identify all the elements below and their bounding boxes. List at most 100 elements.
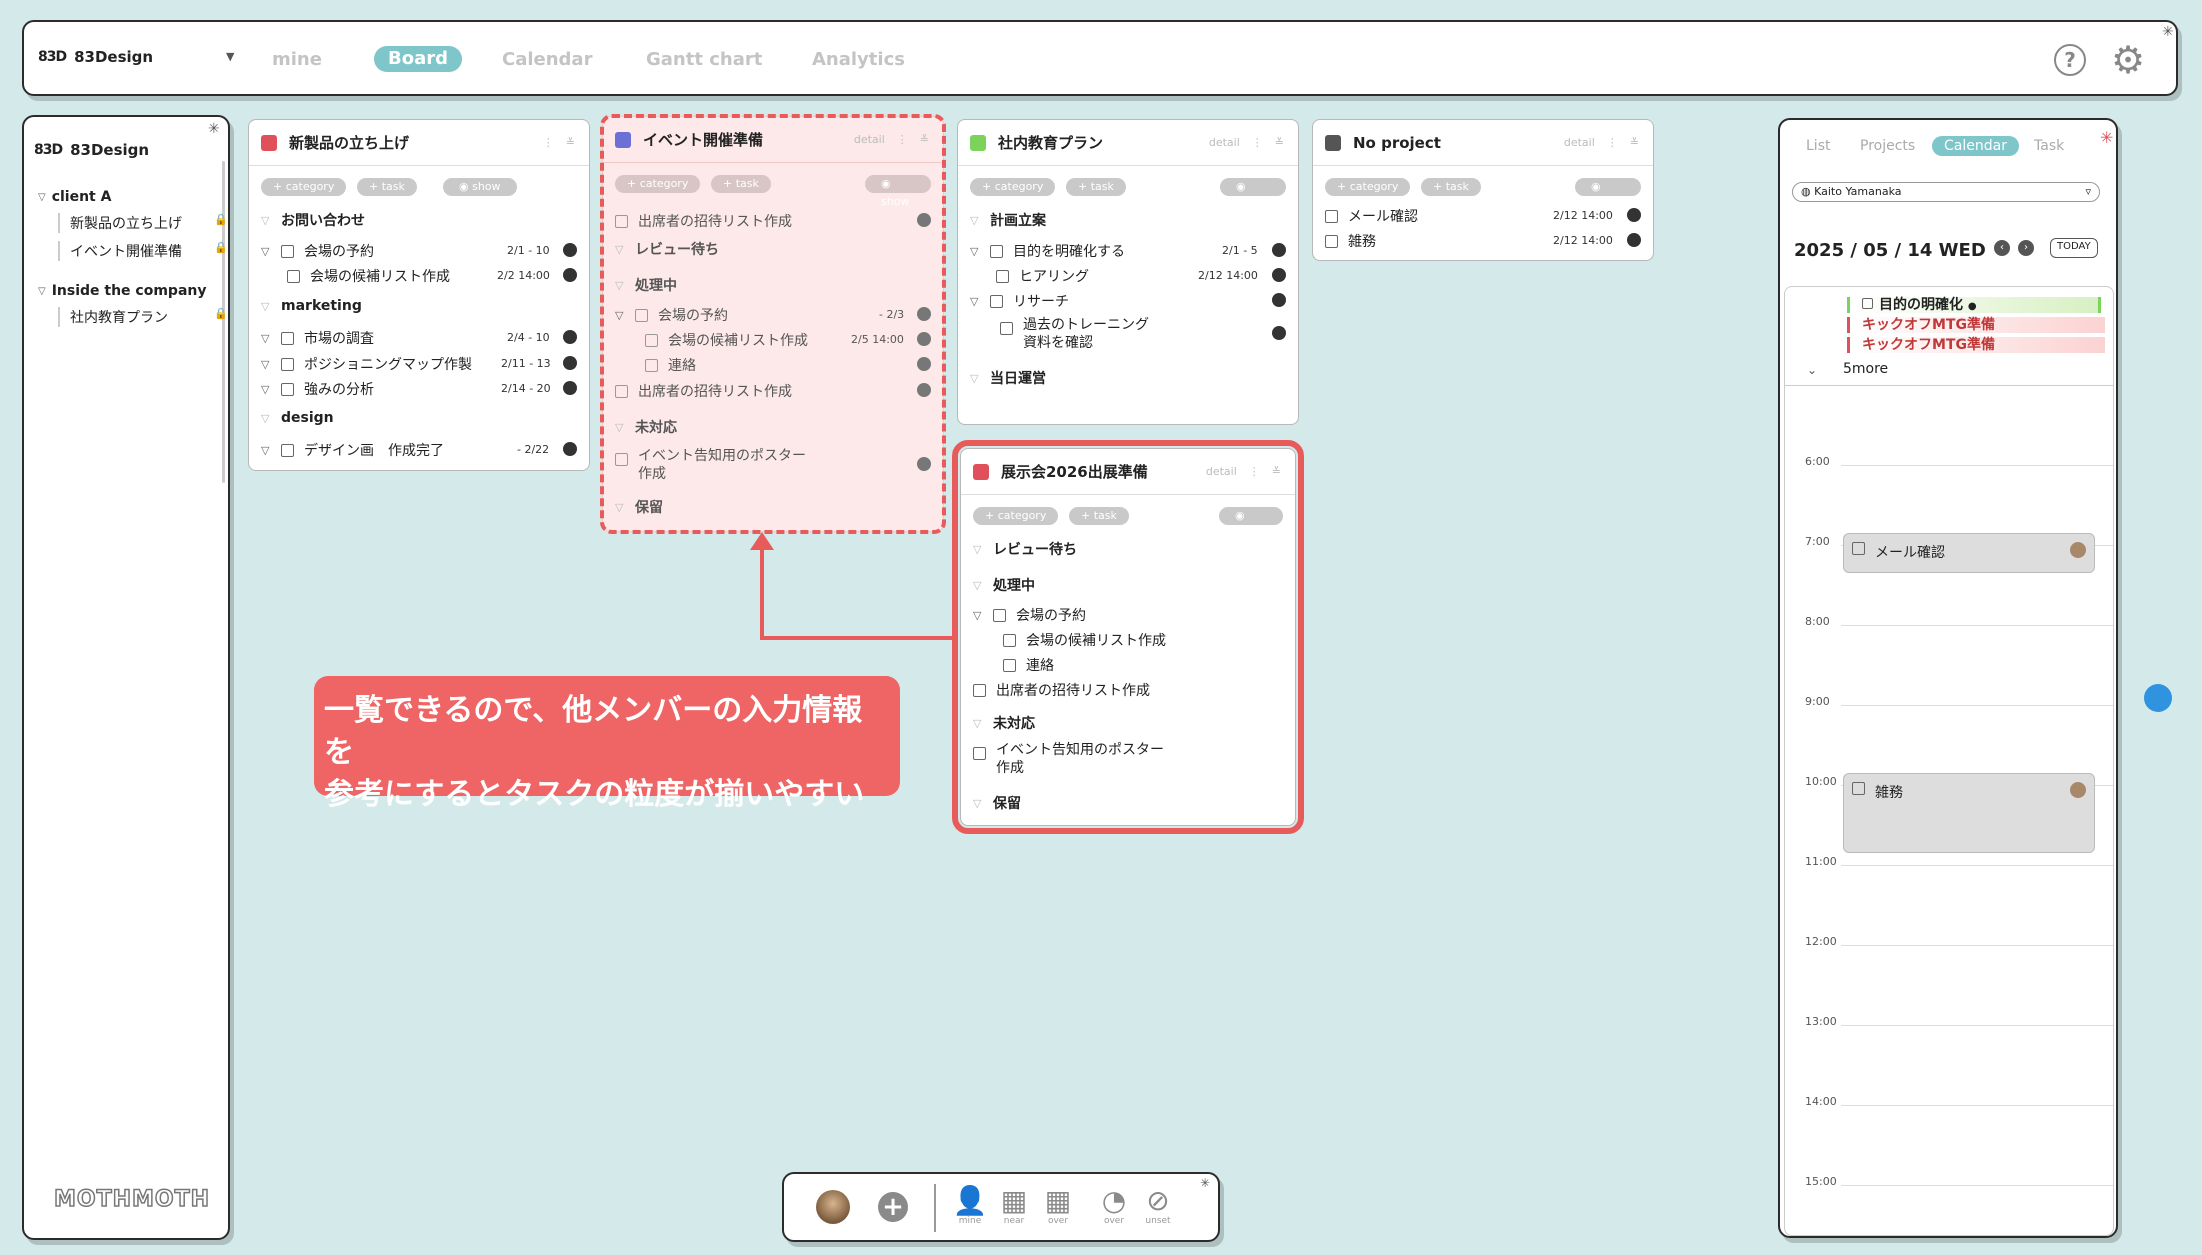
task-row[interactable]: ヒアリング: [996, 266, 1089, 286]
tab-projects[interactable]: Projects: [1860, 138, 1915, 154]
task-row[interactable]: メール確認: [1325, 206, 1418, 226]
task-row[interactable]: ▽ デザイン画 作成完了: [261, 440, 444, 460]
hour-row[interactable]: 12:00: [1785, 865, 2113, 948]
expand-icon[interactable]: ⌄: [1807, 363, 1817, 377]
detail-link[interactable]: detail: [1564, 136, 1595, 149]
event-checkbox[interactable]: [1862, 298, 1873, 309]
task-checkbox[interactable]: [990, 294, 1003, 308]
tab-gantt-chart[interactable]: Gantt chart: [646, 49, 762, 70]
collapse-icon[interactable]: ≚: [1630, 136, 1639, 149]
add-icon[interactable]: +: [878, 1192, 908, 1222]
section-header[interactable]: ▽ design: [261, 410, 334, 426]
task-checkbox[interactable]: [1325, 209, 1338, 223]
sidebar-group-client-a[interactable]: ▽ client A: [38, 189, 111, 205]
task-label: 会場の予約: [304, 244, 374, 260]
hour-row[interactable]: 15:00: [1785, 1105, 2113, 1188]
sidebar-item-event-prep[interactable]: イベント開催準備 🔒: [58, 241, 228, 261]
user-avatar[interactable]: [816, 1190, 850, 1224]
add-category-button[interactable]: + category: [261, 178, 347, 196]
tab-analytics[interactable]: Analytics: [812, 49, 905, 70]
event-checkbox[interactable]: [1852, 782, 1865, 795]
hour-row[interactable]: 14:00: [1785, 1025, 2113, 1108]
section-header[interactable]: ▽ 計画立案: [970, 210, 1046, 230]
event-checkbox[interactable]: [1852, 542, 1865, 555]
show-button[interactable]: ◉ show: [1220, 178, 1286, 211]
add-category-button[interactable]: + category: [970, 178, 1056, 196]
task-checkbox[interactable]: [990, 244, 1003, 258]
add-task-button[interactable]: + task: [1066, 178, 1126, 196]
tab-board[interactable]: Board: [374, 46, 462, 72]
section-header[interactable]: ▽ marketing: [261, 298, 362, 314]
allday-event[interactable]: キックオフMTG準備: [1847, 337, 2105, 353]
tab-mine[interactable]: mine: [272, 49, 322, 70]
task-checkbox[interactable]: [1325, 234, 1338, 248]
sidebar-group-label: client A: [51, 189, 112, 205]
task-row[interactable]: ▽ 目的を明確化する: [970, 241, 1125, 261]
sidebar-group-inside-company[interactable]: ▽ Inside the company: [38, 283, 207, 299]
filter-near-button[interactable]: ▦ near: [996, 1184, 1032, 1227]
task-checkbox[interactable]: [281, 357, 294, 371]
collapse-icon[interactable]: ≚: [566, 136, 575, 149]
logo-mark: 83D: [38, 49, 67, 65]
allday-event[interactable]: キックオフMTG準備: [1847, 317, 2105, 333]
gear-icon[interactable]: ⚙: [2108, 38, 2148, 82]
more-events-link[interactable]: 5more: [1843, 361, 1888, 377]
filter-unset-button[interactable]: ⊘ unset: [1140, 1186, 1176, 1227]
show-button[interactable]: ◉ show: [443, 178, 517, 196]
tab-calendar[interactable]: Calendar: [502, 49, 592, 70]
calendar-near-icon: ▦: [1000, 1184, 1028, 1217]
project-color-swatch: [261, 134, 277, 151]
hour-row[interactable]: 13:00: [1785, 945, 2113, 1028]
calendar-event[interactable]: 雑務: [1843, 773, 2095, 853]
more-icon[interactable]: ⋮: [1252, 136, 1263, 149]
task-checkbox[interactable]: [281, 443, 294, 457]
allday-event[interactable]: 目的の明確化 ●: [1847, 297, 2101, 313]
filter-mine-button[interactable]: 👤 mine: [952, 1186, 988, 1227]
collapse-icon[interactable]: ≚: [1275, 136, 1284, 149]
today-button[interactable]: TODAY: [2050, 238, 2098, 258]
section-header[interactable]: ▽ 当日運営: [970, 368, 1046, 388]
more-icon[interactable]: ⋮: [543, 136, 554, 149]
hour-row[interactable]: 6:00: [1785, 385, 2113, 468]
next-day-icon[interactable]: ›: [2018, 240, 2034, 256]
task-row[interactable]: ▽ 強みの分析: [261, 379, 374, 399]
tab-task[interactable]: Task: [2034, 138, 2064, 154]
task-row[interactable]: 過去のトレーニング 資料を確認: [1000, 316, 1149, 352]
task-row[interactable]: ▽ ポジショニングマップ作製: [261, 354, 472, 374]
task-row[interactable]: ▽ 会場の予約: [261, 241, 374, 261]
workspace-selector[interactable]: 83D 83Design: [38, 48, 153, 66]
add-category-button[interactable]: + category: [1325, 178, 1411, 196]
help-icon[interactable]: ?: [2054, 44, 2086, 76]
task-row[interactable]: 雑務: [1325, 231, 1376, 251]
task-checkbox[interactable]: [287, 269, 300, 283]
calendar-event[interactable]: メール確認: [1843, 533, 2095, 573]
hour-row[interactable]: 9:00: [1785, 625, 2113, 708]
add-task-button[interactable]: + task: [1421, 178, 1481, 196]
task-checkbox[interactable]: [281, 244, 294, 258]
add-task-button[interactable]: + task: [357, 178, 417, 196]
tab-calendar-view[interactable]: Calendar: [1932, 136, 2019, 156]
task-checkbox[interactable]: [1000, 322, 1013, 335]
prev-day-icon[interactable]: ‹: [1994, 240, 2010, 256]
show-label: show: [1236, 198, 1265, 211]
task-row[interactable]: 会場の候補リスト作成: [287, 266, 450, 286]
hour-line: [1841, 1185, 2113, 1186]
filter-over-button[interactable]: ▦ over: [1040, 1186, 1076, 1227]
task-row[interactable]: ▽ リサーチ: [970, 291, 1069, 311]
filter-over-alert-button[interactable]: ◔ over: [1096, 1186, 1132, 1227]
user-select[interactable]: ◍ Kaito Yamanaka ▿: [1792, 182, 2100, 202]
sidebar-item-new-product[interactable]: 新製品の立ち上げ 🔒: [58, 213, 228, 233]
task-checkbox[interactable]: [281, 382, 294, 396]
task-checkbox[interactable]: [281, 331, 294, 345]
show-button[interactable]: ◉ show: [1575, 178, 1641, 211]
sidebar-item-education-plan[interactable]: 社内教育プラン 🔒: [58, 307, 228, 327]
chevron-icon: ▽: [970, 244, 979, 258]
tab-list[interactable]: List: [1806, 138, 1830, 154]
task-row[interactable]: ▽ 市場の調査: [261, 328, 374, 348]
chevron-down-icon[interactable]: ▼: [226, 50, 234, 63]
task-checkbox[interactable]: [996, 269, 1009, 283]
floating-action-dot[interactable]: [2144, 684, 2172, 712]
section-header[interactable]: ▽ お問い合わせ: [261, 210, 365, 230]
detail-link[interactable]: detail: [1209, 136, 1240, 149]
more-icon[interactable]: ⋮: [1607, 136, 1618, 149]
